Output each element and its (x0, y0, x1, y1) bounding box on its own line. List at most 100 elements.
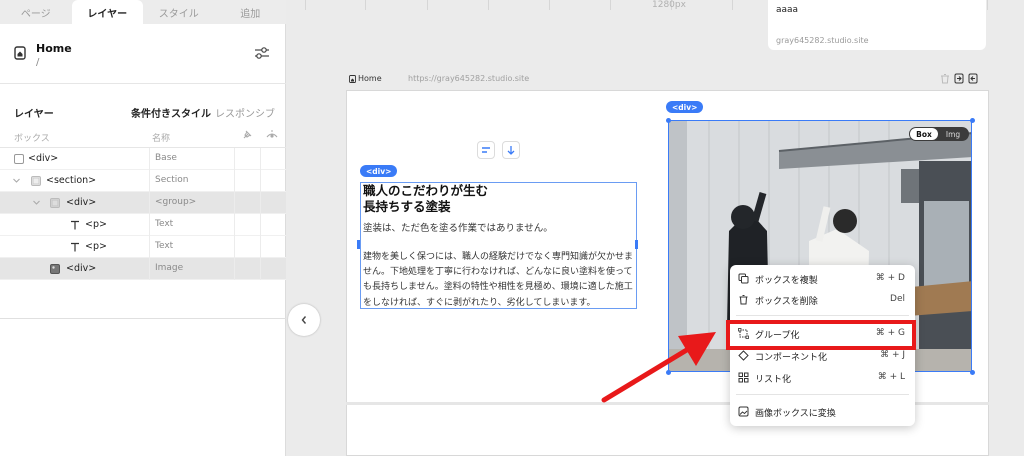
align-left-icon (482, 147, 490, 153)
lead-paragraph[interactable]: 塗装は、ただ色を塗る作業ではありません。 (363, 222, 635, 236)
chevron-down-icon[interactable] (12, 176, 21, 185)
layer-title: レイヤー (14, 109, 54, 120)
layer-row[interactable]: <section> Section (0, 170, 286, 192)
box-img-toggle[interactable]: Box Img (909, 127, 969, 141)
align-left-button[interactable] (477, 141, 495, 159)
menu-item-list[interactable]: リスト化 ⌘ + L (730, 367, 915, 389)
image-icon (50, 264, 60, 274)
menu-item-label: リスト化 (755, 375, 792, 385)
tab-layers[interactable]: レイヤー (71, 0, 143, 24)
frame-bar: Home https://gray645282.studio.site (346, 73, 988, 87)
layer-label: <div> (66, 197, 97, 208)
layer-name: Base (155, 153, 177, 163)
column-box: ボックス (14, 134, 50, 144)
text-icon (71, 242, 79, 252)
layer-name: <group> (155, 197, 197, 207)
menu-item-delete[interactable]: ボックスを削除 Del (730, 289, 915, 311)
layer-row[interactable]: <p> Text (0, 214, 286, 236)
layer-row[interactable]: <div> Image (0, 258, 286, 280)
resize-handle[interactable] (970, 118, 975, 123)
chevron-down-icon[interactable] (32, 198, 41, 207)
layer-tree: <div> Base <section> Section <div> <grou… (0, 148, 286, 280)
conditional-style-toggle[interactable]: 条件付きスタイル (131, 105, 211, 120)
layer-name: Image (155, 263, 184, 273)
preview-url: gray645282.studio.site (776, 36, 869, 45)
menu-item-convert-image[interactable]: 画像ボックスに変換 (730, 401, 915, 423)
tab-add[interactable]: 追加 (215, 0, 287, 24)
resize-handle-right[interactable] (635, 240, 638, 249)
section-heading[interactable]: 職人のこだわりが生む 長持ちする塗装 (363, 183, 633, 215)
component-icon (738, 350, 749, 361)
grid-icon (738, 372, 749, 383)
visibility-icon[interactable] (266, 129, 278, 141)
current-page[interactable]: Home / (0, 24, 286, 84)
menu-item-shortcut: ⌘ + J (880, 350, 905, 360)
menu-item-shortcut: Del (890, 294, 905, 304)
page-home-icon (14, 46, 26, 60)
group-icon (50, 198, 60, 208)
div-tag-text[interactable]: <div> (360, 165, 398, 177)
layer-row[interactable]: <div> Base (0, 148, 286, 170)
text-block[interactable]: 職人のこだわりが生む 長持ちする塗装 塗装は、ただ色を塗る作業ではありません。 … (360, 182, 637, 309)
section-icon (31, 176, 41, 186)
checkbox-icon[interactable] (14, 154, 24, 164)
responsive-toggle[interactable]: レスポンシブ (215, 105, 275, 120)
layer-label: <p> (85, 241, 107, 252)
collapse-panel-button[interactable] (288, 304, 320, 336)
resize-handle[interactable] (666, 118, 671, 123)
layer-row[interactable]: <div> <group> (0, 192, 286, 214)
sliders-icon[interactable] (254, 46, 270, 60)
menu-item-label: ボックスを複製 (755, 276, 818, 286)
column-name: 名称 (152, 134, 171, 144)
site-preview-card[interactable]: aaaa gray645282.studio.site (768, 0, 986, 50)
layer-header: レイヤー 条件付きスタイル レスポンシブ (0, 100, 286, 120)
layer-label: <p> (85, 219, 107, 230)
layer-label: <section> (46, 175, 97, 186)
menu-item-label: コンポーネント化 (755, 353, 828, 363)
frame-url[interactable]: https://gray645282.studio.site (408, 74, 529, 83)
menu-item-duplicate[interactable]: ボックスを複製 ⌘ + D (730, 268, 915, 290)
tab-page[interactable]: ページ (0, 0, 72, 24)
menu-item-label: 画像ボックスに変換 (755, 409, 836, 419)
direction-down-button[interactable] (502, 141, 520, 159)
arrow-down-icon (507, 146, 515, 155)
panel-tabs: ページ レイヤー スタイル 追加 (0, 0, 286, 24)
alignment-tools (477, 141, 520, 159)
resize-handle[interactable] (970, 370, 975, 375)
panel-divider (0, 318, 286, 319)
layer-row[interactable]: <p> Text (0, 236, 286, 258)
frame-page-name: Home (358, 74, 382, 83)
toggle-img[interactable]: Img (938, 130, 968, 139)
pin-icon[interactable] (241, 129, 253, 141)
layer-column-header: ボックス 名称 (0, 126, 286, 148)
chevron-left-icon (301, 316, 307, 324)
trash-icon (739, 295, 748, 305)
layer-label: <div> (28, 153, 59, 164)
image-icon (738, 406, 749, 417)
resize-handle-left[interactable] (357, 240, 360, 249)
div-tag-image[interactable]: <div> (666, 101, 704, 113)
layer-name: Text (155, 241, 174, 251)
toggle-box[interactable]: Box (910, 128, 938, 140)
tab-style[interactable]: スタイル (143, 0, 215, 24)
page-path: / (36, 57, 40, 68)
import-icon[interactable] (968, 73, 978, 84)
page-name: Home (36, 42, 72, 55)
duplicate-icon (738, 273, 749, 284)
layer-label: <div> (66, 263, 97, 274)
preview-title: aaaa (776, 5, 799, 15)
highlight-box (726, 320, 916, 350)
menu-item-shortcut: ⌘ + D (875, 273, 905, 283)
layer-name: Text (155, 219, 174, 229)
viewport-width-label: 1280px (652, 0, 686, 10)
export-icon[interactable] (954, 73, 964, 84)
menu-item-shortcut: ⌘ + L (877, 372, 905, 382)
home-icon (349, 75, 356, 83)
left-panel: ページ レイヤー スタイル 追加 Home / レイヤー 条件付きスタイル レス… (0, 0, 286, 456)
text-icon (71, 220, 79, 230)
red-arrow-icon (601, 332, 716, 403)
trash-icon[interactable] (940, 73, 950, 84)
layer-name: Section (155, 175, 189, 185)
body-paragraph[interactable]: 建物を美しく保つには、職人の経験だけでなく専門知識が欠かせません。下地処理を丁寧… (363, 250, 636, 311)
menu-item-label: ボックスを削除 (755, 297, 818, 307)
